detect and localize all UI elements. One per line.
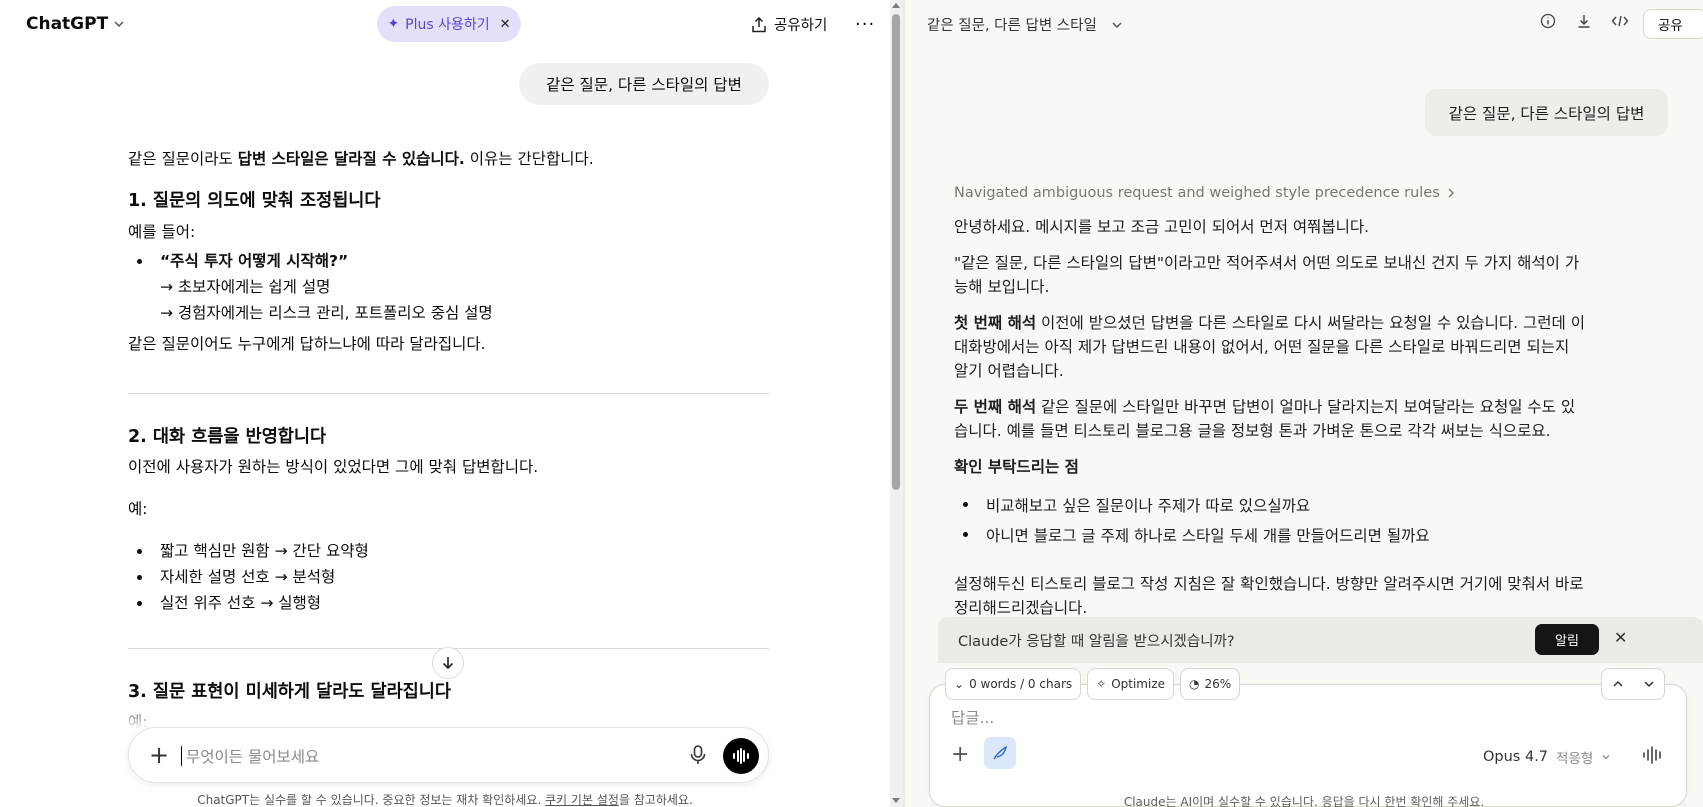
plus-icon[interactable]: + xyxy=(951,742,969,767)
chat-composer[interactable]: + 무엇이든 물어보세요 xyxy=(128,727,769,783)
list-item: 자세한 설명 선호 → 분석형 xyxy=(128,564,768,590)
plus-upgrade-pill[interactable]: ✦ Plus 사용하기 ✕ xyxy=(377,6,521,42)
composer-toolbar: ⌄ 0 words / 0 chars ✧ Optimize ◔ 26% xyxy=(945,668,1241,700)
model-mode: 적응형 xyxy=(1556,751,1594,767)
scrollbar[interactable] xyxy=(890,0,903,807)
section-heading: 2. 대화 흐름을 반영합니다 xyxy=(128,427,327,447)
message-input[interactable]: 무엇이든 물어보세요 xyxy=(186,745,319,767)
response-paragraph: "같은 질문, 다른 스타일의 답변"이라고만 적어주셔서 어떤 의도로 보내신… xyxy=(954,254,1580,296)
microphone-icon[interactable] xyxy=(689,744,707,766)
disclaimer: Claude는 AI이며 실수할 수 있습니다. 응답을 다시 한번 확인해 주… xyxy=(1123,795,1485,807)
chat-title: 같은 질문, 다른 답변 스타일 xyxy=(927,18,1097,34)
feather-icon[interactable] xyxy=(984,737,1016,769)
voice-mode-button[interactable] xyxy=(723,738,759,774)
scroll-down-arrow[interactable] xyxy=(892,798,900,803)
section-lead: 예: xyxy=(128,500,148,518)
section-1: 1. 질문의 의도에 맞춰 조정됩니다 예를 들어: “주식 투자 어떻게 시작… xyxy=(128,188,768,357)
plus-upgrade-label: Plus 사용하기 xyxy=(405,17,490,33)
list-item: 짧고 핵심만 원함 → 간단 요약형 xyxy=(128,538,768,564)
chevron-down-icon: ⌄ xyxy=(954,677,965,691)
enable-notifications-button[interactable]: 알림 xyxy=(1535,624,1599,655)
model-switcher[interactable]: ChatGPT xyxy=(26,14,125,34)
text-caret xyxy=(181,746,182,766)
share-button[interactable]: 공유하기 xyxy=(751,14,827,35)
reply-composer[interactable]: 답글... + Opus 4.7 적응형 xyxy=(929,684,1687,807)
list-item: 비교해보고 싶은 질문이나 주제가 따로 있으실까요 xyxy=(954,491,1644,521)
code-icon[interactable] xyxy=(1611,12,1629,30)
plus-icon[interactable]: + xyxy=(149,741,169,769)
disclaimer: ChatGPT는 실수를 할 수 있습니다. 중요한 정보는 재차 확인하세요.… xyxy=(197,793,693,807)
gauge-icon: ◔ xyxy=(1189,677,1200,691)
download-icon[interactable] xyxy=(1575,12,1593,30)
chevron-down-icon xyxy=(113,18,125,30)
chevron-down-icon[interactable] xyxy=(1643,679,1655,689)
word-count-chip[interactable]: ⌄ 0 words / 0 chars xyxy=(945,668,1082,700)
more-options-icon[interactable]: ··· xyxy=(855,14,875,35)
section-lead: 예를 들어: xyxy=(128,223,196,241)
scrollbar-thumb[interactable] xyxy=(892,14,900,490)
model-name: Opus 4.7 xyxy=(1483,749,1549,765)
thinking-summary[interactable]: Navigated ambiguous request and weighed … xyxy=(954,185,1456,201)
intro-paragraph: 같은 질문이라도 답변 스타일은 달라질 수 있습니다. 이유는 간단합니다. xyxy=(128,150,594,168)
section-conclusion: 같은 질문이어도 누구에게 답하느냐에 따라 달라집니다. xyxy=(128,335,486,353)
waveform-icon xyxy=(733,748,749,764)
voice-waveform-icon[interactable] xyxy=(1642,746,1664,764)
response-paragraph: 두 번째 해석 같은 질문에 스타일만 바꾸면 답변이 얼마나 달라지는지 보여… xyxy=(954,398,1576,440)
chatgpt-pane: ChatGPT ✦ Plus 사용하기 ✕ 공유하기 ··· 같은 질문, 다른… xyxy=(0,0,903,807)
response-list: 비교해보고 싶은 질문이나 주제가 따로 있으실까요 아니면 블로그 글 주제 … xyxy=(954,491,1644,551)
close-icon[interactable]: ✕ xyxy=(500,17,511,32)
info-icon[interactable] xyxy=(1539,12,1557,30)
reply-input[interactable]: 답글... xyxy=(951,706,994,728)
response-paragraph: 첫 번째 해석 이전에 받으셨던 답변을 다른 스타일로 다시 써달라는 요청일… xyxy=(954,314,1585,380)
section-heading: 1. 질문의 의도에 맞춰 조정됩니다 xyxy=(128,191,381,211)
notification-banner: Claude가 응답할 때 알림을 받으시겠습니까? 알림 ✕ xyxy=(938,617,1703,663)
navigation-buttons xyxy=(1601,668,1665,700)
usage-chip[interactable]: ◔ 26% xyxy=(1180,668,1241,700)
arrow-down-icon xyxy=(441,656,455,670)
scroll-down-button[interactable] xyxy=(432,647,464,679)
scroll-up-arrow[interactable] xyxy=(892,3,900,8)
cookie-settings-link[interactable]: 쿠키 기본 설정 xyxy=(545,793,619,807)
divider xyxy=(128,393,769,394)
claude-pane: 같은 질문, 다른 답변 스타일 공유 같은 질문, 다른 스타일의 답변 Na… xyxy=(905,0,1703,807)
share-label: 공유하기 xyxy=(774,18,828,34)
response-paragraph: 안녕하세요. 메시지를 보고 조금 고민이 되어서 먼저 여쭤봅니다. xyxy=(954,218,1370,236)
user-message: 같은 질문, 다른 스타일의 답변 xyxy=(1425,89,1668,136)
content-fade xyxy=(0,700,890,730)
model-selector[interactable]: Opus 4.7 적응형 xyxy=(1483,747,1611,767)
close-icon[interactable]: ✕ xyxy=(1614,628,1627,647)
share-icon xyxy=(751,16,767,33)
response-heading: 확인 부탁드리는 점 xyxy=(954,458,1079,476)
sparkle-icon: ✦ xyxy=(387,16,400,32)
chat-title-menu[interactable]: 같은 질문, 다른 답변 스타일 xyxy=(927,14,1123,35)
list-item: 실전 위주 선호 → 실행형 xyxy=(128,590,768,616)
user-message: 같은 질문, 다른 스타일의 답변 xyxy=(519,63,769,105)
optimize-chip[interactable]: ✧ Optimize xyxy=(1087,668,1174,700)
chevron-up-icon[interactable] xyxy=(1612,679,1624,689)
chevron-down-icon xyxy=(1111,19,1123,31)
share-button[interactable]: 공유 xyxy=(1643,9,1703,39)
section-2: 2. 대화 흐름을 반영합니다 이전에 사용자가 원하는 방식이 있었다면 그에… xyxy=(128,424,768,616)
list-item: “주식 투자 어떻게 시작해?” → 초보자에게는 쉽게 설명 → 경험자에게는… xyxy=(128,248,768,326)
notification-text: Claude가 응답할 때 알림을 받으시겠습니까? xyxy=(958,634,1235,650)
list-item: 아니면 블로그 글 주제 하나로 스타일 두세 개를 만들어드리면 될까요 xyxy=(954,521,1644,551)
chevron-down-icon xyxy=(1601,752,1611,762)
section-text: 이전에 사용자가 원하는 방식이 있었다면 그에 맞춰 답변합니다. xyxy=(128,458,539,476)
response-paragraph: 설정해두신 티스토리 블로그 작성 지침은 잘 확인했습니다. 방향만 알려주시… xyxy=(954,575,1584,617)
app-title: ChatGPT xyxy=(26,14,109,34)
sparkle-icon: ✧ xyxy=(1096,677,1107,691)
chevron-right-icon xyxy=(1446,187,1456,199)
